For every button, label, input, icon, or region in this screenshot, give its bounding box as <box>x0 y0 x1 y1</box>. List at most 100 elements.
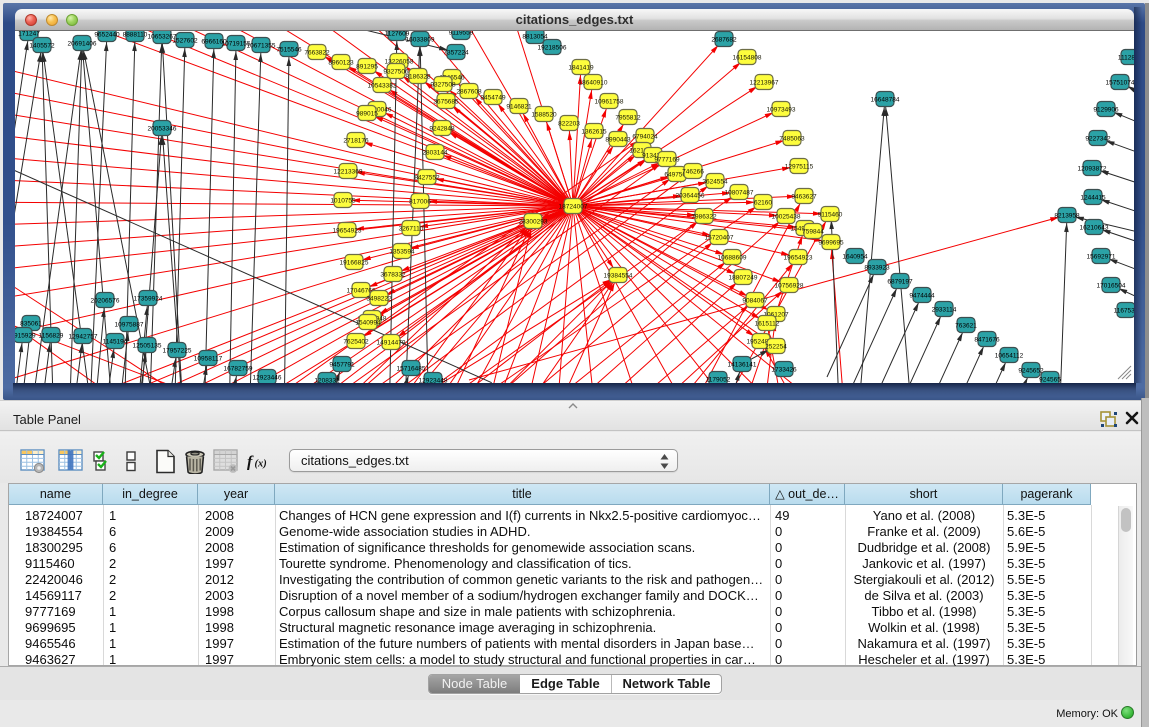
svg-text:7663822: 7663822 <box>304 49 330 56</box>
svg-text:7357224: 7357224 <box>443 49 469 56</box>
svg-text:8990443: 8990443 <box>605 136 631 143</box>
svg-text:16648784: 16648784 <box>871 96 900 103</box>
svg-text:f: f <box>247 454 254 471</box>
svg-text:989015: 989015 <box>356 110 378 117</box>
svg-text:817006: 817006 <box>409 198 431 205</box>
svg-text:10973493: 10973493 <box>767 106 796 113</box>
svg-text:2687682: 2687682 <box>711 36 737 43</box>
svg-text:9652440: 9652440 <box>94 31 120 38</box>
svg-text:10756928: 10756928 <box>775 282 804 289</box>
svg-text:9129906: 9129906 <box>1093 106 1119 113</box>
svg-text:252254: 252254 <box>765 343 787 350</box>
svg-text:12505135: 12505135 <box>133 342 162 349</box>
svg-text:8888110: 8888110 <box>123 31 148 38</box>
svg-text:2803144: 2803144 <box>422 149 448 156</box>
svg-text:10958117: 10958117 <box>194 355 223 362</box>
svg-text:1640954: 1640954 <box>842 253 868 260</box>
svg-text:2867608: 2867608 <box>456 88 482 95</box>
svg-text:924565: 924565 <box>1039 376 1061 383</box>
svg-text:8186328: 8186328 <box>405 73 431 80</box>
svg-text:12923446: 12923446 <box>253 374 282 381</box>
svg-text:1527602: 1527602 <box>172 37 198 44</box>
svg-text:2933114: 2933114 <box>932 306 957 313</box>
svg-text:3678332: 3678332 <box>380 271 406 278</box>
svg-text:763621: 763621 <box>955 322 977 329</box>
svg-text:1112831: 1112831 <box>1118 54 1134 61</box>
svg-text:14914479: 14914479 <box>377 339 406 346</box>
svg-text:3267110: 3267110 <box>399 225 424 232</box>
svg-text:1588520: 1588520 <box>531 111 557 118</box>
svg-text:1405572: 1405572 <box>29 42 55 49</box>
svg-text:17957225: 17957225 <box>163 347 192 354</box>
svg-text:62160: 62160 <box>754 199 772 206</box>
svg-text:7485063: 7485063 <box>779 135 805 142</box>
svg-text:9119559: 9119559 <box>449 31 474 36</box>
svg-text:10671355: 10671355 <box>247 42 276 49</box>
svg-text:9115460: 9115460 <box>818 211 843 218</box>
svg-text:17359924: 17359924 <box>134 295 163 302</box>
svg-text:9227342: 9227342 <box>1085 135 1111 142</box>
svg-text:891295: 891295 <box>356 63 378 70</box>
svg-text:19654923: 19654923 <box>333 227 362 234</box>
svg-text:19384554: 19384554 <box>604 272 633 279</box>
svg-text:10961758: 10961758 <box>595 98 624 105</box>
svg-text:10688609: 10688609 <box>718 254 747 261</box>
svg-text:16782759: 16782759 <box>224 365 253 372</box>
svg-text:2718176: 2718176 <box>343 137 369 144</box>
svg-text:12213967: 12213967 <box>750 79 779 86</box>
svg-text:1353594: 1353594 <box>389 248 415 255</box>
svg-text:12975115: 12975115 <box>785 163 814 170</box>
svg-text:18807249: 18807249 <box>729 274 758 281</box>
svg-text:28300293: 28300293 <box>519 218 548 225</box>
svg-text:20691406: 20691406 <box>68 40 97 47</box>
svg-text:835061: 835061 <box>20 320 42 327</box>
svg-text:1167533: 1167533 <box>1114 307 1134 314</box>
svg-text:18724007: 18724007 <box>559 203 588 210</box>
svg-text:1841419: 1841419 <box>568 64 594 71</box>
svg-text:10654112: 10654112 <box>995 352 1024 359</box>
svg-text:14136141: 14136141 <box>728 361 757 368</box>
svg-text:1540994: 1540994 <box>355 319 381 326</box>
svg-text:8213958: 8213958 <box>1054 212 1080 219</box>
svg-text:1733426: 1733426 <box>771 366 797 373</box>
svg-text:1362615: 1362615 <box>581 128 607 135</box>
svg-text:18640910: 18640910 <box>579 79 608 86</box>
svg-text:7515546: 7515546 <box>276 46 302 53</box>
svg-text:8933923: 8933923 <box>864 264 890 271</box>
svg-text:19218506: 19218506 <box>538 44 567 51</box>
svg-text:10807487: 10807487 <box>725 189 754 196</box>
svg-text:10025438: 10025438 <box>772 213 801 220</box>
svg-text:17016504: 17016504 <box>1097 282 1126 289</box>
svg-text:15716485: 15716485 <box>397 365 426 372</box>
svg-text:8813054: 8813054 <box>522 33 548 40</box>
svg-text:(x): (x) <box>255 459 267 470</box>
svg-text:9777169: 9777169 <box>654 156 680 163</box>
svg-text:19654923: 19654923 <box>784 254 813 261</box>
svg-text:9463627: 9463627 <box>791 193 817 200</box>
svg-text:9084067: 9084067 <box>742 297 768 304</box>
svg-text:1244415: 1244415 <box>1080 194 1106 201</box>
svg-text:6879197: 6879197 <box>887 278 913 285</box>
svg-text:1179052: 1179052 <box>706 376 731 383</box>
svg-text:746266: 746266 <box>682 168 704 175</box>
svg-text:9327508: 9327508 <box>430 81 456 88</box>
svg-text:3915929: 3915929 <box>15 332 36 339</box>
svg-text:7625402: 7625402 <box>343 338 369 345</box>
svg-text:7986322: 7986322 <box>691 213 717 220</box>
svg-text:9457791: 9457791 <box>329 361 355 368</box>
svg-text:9242848: 9242848 <box>429 125 455 132</box>
svg-text:20206576: 20206576 <box>91 297 120 304</box>
svg-text:16210643: 16210643 <box>1080 224 1109 231</box>
svg-text:12213369: 12213369 <box>334 168 363 175</box>
svg-text:3498222: 3498222 <box>366 295 392 302</box>
svg-text:822203: 822203 <box>558 120 580 127</box>
svg-text:20364456: 20364456 <box>676 192 705 199</box>
svg-text:9245652: 9245652 <box>1018 367 1044 374</box>
svg-text:10543382: 10543382 <box>368 82 397 89</box>
svg-text:9474444: 9474444 <box>909 292 935 299</box>
svg-text:1010755: 1010755 <box>330 197 356 204</box>
svg-text:15720407: 15720407 <box>705 234 734 241</box>
svg-text:20053346: 20053346 <box>148 125 177 132</box>
svg-text:8454749: 8454749 <box>480 94 506 101</box>
svg-text:15751074: 15751074 <box>1106 79 1134 86</box>
